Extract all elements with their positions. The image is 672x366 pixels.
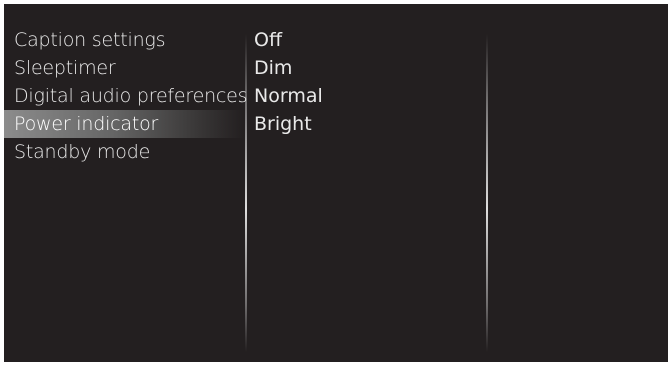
column-divider — [486, 34, 488, 352]
column-divider — [245, 34, 247, 352]
menu-item-digital-audio-preferences[interactable]: Digital audio preferences — [4, 82, 248, 110]
option-dim[interactable]: Dim — [254, 54, 484, 82]
settings-menu: Caption settings Sleeptimer Digital audi… — [4, 26, 248, 166]
menu-item-caption-settings[interactable]: Caption settings — [4, 26, 244, 54]
tv-settings-screen: Caption settings Sleeptimer Digital audi… — [4, 4, 668, 362]
options-list: Off Dim Normal Bright — [254, 26, 484, 138]
option-bright[interactable]: Bright — [254, 110, 484, 138]
menu-item-standby-mode[interactable]: Standby mode — [4, 138, 244, 166]
menu-item-sleeptimer[interactable]: Sleeptimer — [4, 54, 244, 82]
menu-item-power-indicator[interactable]: Power indicator — [4, 110, 244, 138]
option-normal[interactable]: Normal — [254, 82, 484, 110]
option-off[interactable]: Off — [254, 26, 484, 54]
